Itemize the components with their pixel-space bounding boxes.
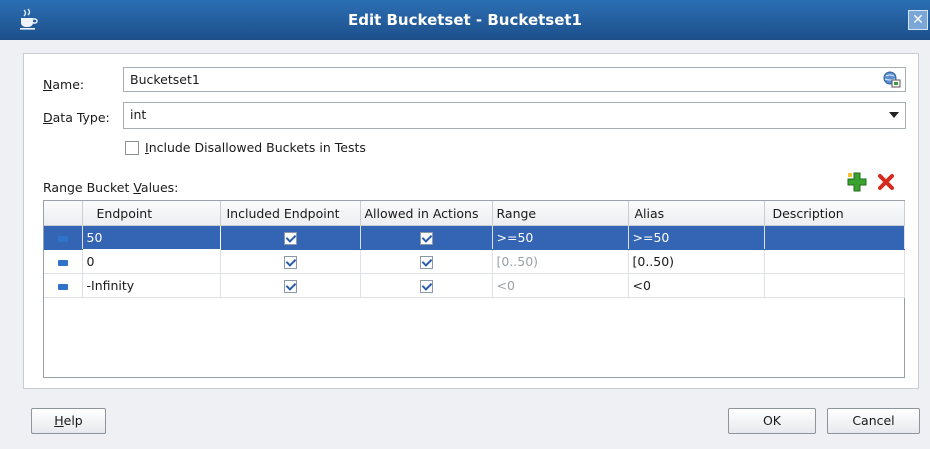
chevron-down-icon bbox=[889, 112, 899, 118]
cancel-button[interactable]: Cancel bbox=[827, 408, 920, 434]
alias-cell[interactable]: <0 bbox=[628, 273, 765, 298]
row-marker bbox=[44, 249, 83, 274]
data-type-value: int bbox=[130, 107, 147, 122]
data-type-select[interactable]: int bbox=[123, 102, 906, 129]
endpoint-cell[interactable]: -Infinity bbox=[82, 273, 221, 298]
included-endpoint-cell[interactable] bbox=[220, 273, 361, 298]
table-row[interactable]: 0 [0..50) [0..50) bbox=[44, 249, 905, 274]
column-header-included-endpoint[interactable]: Included Endpoint bbox=[220, 201, 361, 226]
name-label: Name: bbox=[43, 77, 85, 92]
include-disallowed-label: Include Disallowed Buckets in Tests bbox=[145, 140, 366, 155]
allowed-in-actions-checkbox[interactable] bbox=[419, 280, 433, 293]
column-header-alias[interactable]: Alias bbox=[628, 201, 765, 226]
close-icon[interactable]: ✕ bbox=[908, 10, 928, 30]
row-icon bbox=[57, 235, 68, 242]
include-disallowed-checkbox[interactable] bbox=[125, 140, 139, 155]
allowed-in-actions-cell[interactable] bbox=[360, 273, 493, 298]
column-header-icon[interactable] bbox=[44, 201, 83, 226]
green-plus-icon[interactable] bbox=[847, 172, 867, 192]
included-endpoint-cell[interactable] bbox=[220, 225, 361, 250]
endpoint-cell[interactable]: 0 bbox=[82, 249, 221, 274]
table-row[interactable]: 50 >=50 >=50 bbox=[44, 225, 905, 250]
range-cell: <0 bbox=[492, 273, 629, 298]
allowed-in-actions-cell[interactable] bbox=[360, 225, 493, 250]
included-endpoint-checkbox[interactable] bbox=[283, 232, 297, 245]
column-header-endpoint[interactable]: Endpoint bbox=[82, 201, 221, 226]
description-cell[interactable] bbox=[764, 249, 905, 274]
endpoint-cell[interactable]: 50 bbox=[81, 225, 221, 250]
row-icon bbox=[57, 283, 68, 290]
row-icon bbox=[57, 259, 68, 266]
table-row[interactable]: -Infinity <0 <0 bbox=[44, 273, 905, 298]
name-input[interactable]: Bucketset1 bbox=[123, 67, 906, 92]
range-bucket-table[interactable]: Endpoint Included Endpoint Allowed in Ac… bbox=[43, 200, 905, 378]
title-bar[interactable]: Edit Bucketset - Bucketset1 ✕ bbox=[0, 0, 930, 40]
include-disallowed-checkbox-row[interactable]: Include Disallowed Buckets in Tests bbox=[125, 140, 366, 158]
allowed-in-actions-checkbox[interactable] bbox=[419, 232, 433, 245]
range-cell: [0..50) bbox=[492, 249, 629, 274]
column-header-range[interactable]: Range bbox=[492, 201, 629, 226]
allowed-in-actions-checkbox[interactable] bbox=[419, 256, 433, 269]
table-header-row: Endpoint Included Endpoint Allowed in Ac… bbox=[44, 201, 905, 226]
name-value: Bucketset1 bbox=[130, 72, 200, 87]
red-x-icon[interactable] bbox=[877, 173, 895, 191]
column-header-allowed-in-actions[interactable]: Allowed in Actions bbox=[360, 201, 493, 226]
column-header-description[interactable]: Description bbox=[764, 201, 905, 226]
description-cell[interactable] bbox=[764, 273, 905, 298]
row-marker bbox=[44, 225, 83, 250]
alias-cell[interactable]: >=50 bbox=[628, 225, 765, 250]
range-bucket-values-label: Range Bucket Values: bbox=[43, 180, 179, 195]
help-button[interactable]: Help bbox=[31, 408, 106, 434]
ok-button[interactable]: OK bbox=[728, 408, 816, 434]
included-endpoint-cell[interactable] bbox=[220, 249, 361, 274]
row-marker bbox=[44, 273, 83, 298]
range-cell: >=50 bbox=[492, 225, 629, 250]
translate-globe-icon[interactable] bbox=[883, 71, 901, 88]
description-cell[interactable] bbox=[764, 225, 905, 250]
window-title: Edit Bucketset - Bucketset1 bbox=[347, 11, 582, 29]
data-type-label: Data Type: bbox=[43, 110, 110, 125]
allowed-in-actions-cell[interactable] bbox=[360, 249, 493, 274]
included-endpoint-checkbox[interactable] bbox=[283, 280, 297, 293]
included-endpoint-checkbox[interactable] bbox=[283, 256, 297, 269]
dialog-window: Edit Bucketset - Bucketset1 ✕ Name: Buck… bbox=[0, 0, 930, 449]
alias-cell[interactable]: [0..50) bbox=[628, 249, 765, 274]
